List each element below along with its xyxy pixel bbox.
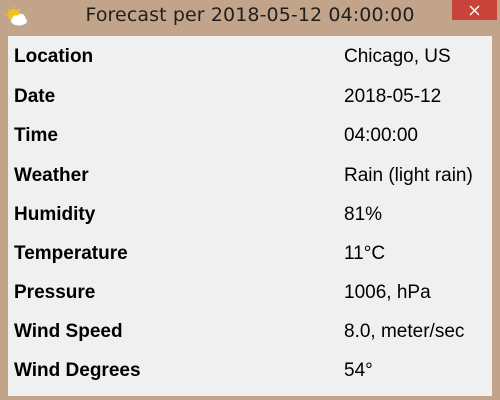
forecast-details: Location Chicago, US Date 2018-05-12 Tim… — [8, 36, 492, 396]
humidity-label: Humidity — [14, 204, 96, 225]
window-title: Forecast per 2018-05-12 04:00:00 — [85, 4, 415, 26]
forecast-window: Forecast per 2018-05-12 04:00:00 Locatio… — [0, 0, 500, 400]
time-value: 04:00:00 — [344, 125, 418, 146]
temperature-value: 11°C — [344, 243, 386, 264]
wind-speed-value: 8.0, meter/sec — [344, 321, 465, 342]
row-temperature: Temperature 11°C — [8, 233, 492, 272]
row-time: Time 04:00:00 — [8, 115, 492, 154]
location-label: Location — [14, 46, 94, 67]
pressure-value: 1006, hPa — [344, 282, 431, 303]
date-label: Date — [14, 86, 56, 107]
pressure-label: Pressure — [14, 282, 96, 303]
wind-degrees-value: 54° — [344, 360, 373, 381]
row-weather: Weather Rain (light rain) — [8, 155, 492, 194]
date-value: 2018-05-12 — [344, 86, 442, 107]
humidity-value: 81% — [344, 204, 383, 225]
weather-value: Rain (light rain) — [344, 165, 473, 186]
row-humidity: Humidity 81% — [8, 194, 492, 233]
row-location: Location Chicago, US — [8, 36, 492, 75]
title-bar[interactable]: Forecast per 2018-05-12 04:00:00 — [0, 0, 500, 34]
close-button[interactable] — [452, 0, 497, 20]
row-wind-speed: Wind Speed 8.0, meter/sec — [8, 311, 492, 350]
row-wind-degrees: Wind Degrees 54° — [8, 350, 492, 389]
location-value: Chicago, US — [344, 46, 451, 67]
wind-speed-label: Wind Speed — [14, 321, 123, 342]
wind-degrees-label: Wind Degrees — [14, 360, 141, 381]
row-date: Date 2018-05-12 — [8, 76, 492, 115]
close-icon — [469, 5, 480, 16]
weather-label: Weather — [14, 165, 89, 186]
time-label: Time — [14, 125, 59, 146]
row-pressure: Pressure 1006, hPa — [8, 272, 492, 311]
temperature-label: Temperature — [14, 243, 128, 264]
